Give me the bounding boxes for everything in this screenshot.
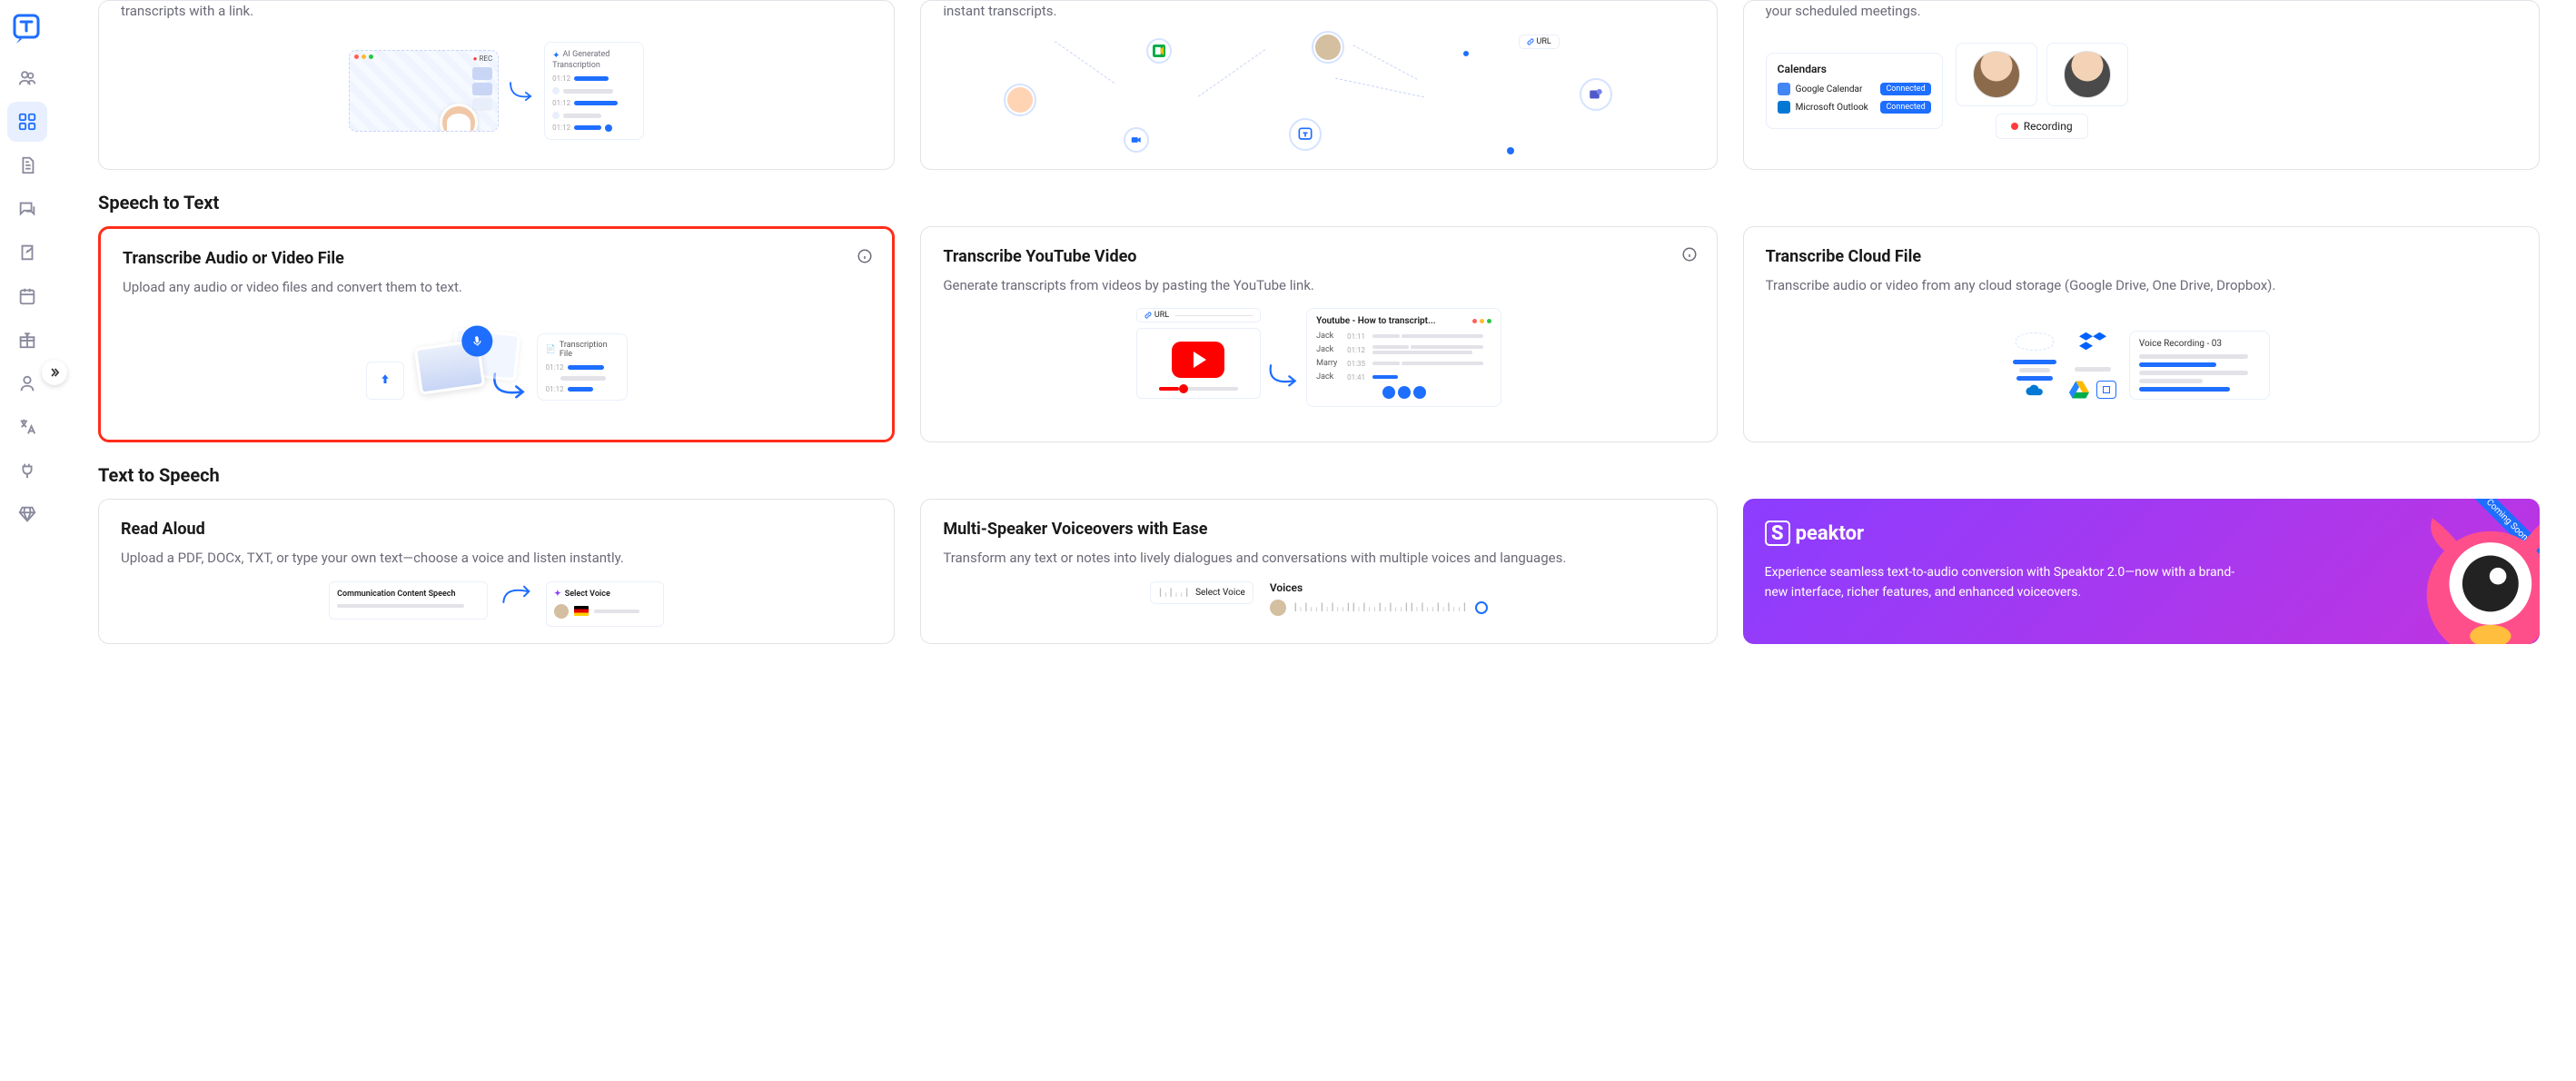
nav-premium-icon[interactable]	[7, 494, 47, 534]
illustration: Communication Content Speech ✦Select Voi…	[121, 581, 872, 627]
ai-subtitle: Transcription	[552, 61, 636, 70]
calendar-google: Google Calendar	[1796, 84, 1863, 94]
card-transcribe-file[interactable]: Transcribe Audio or Video File Upload an…	[98, 226, 895, 443]
rec-label: REC	[479, 55, 492, 63]
url-label: URL	[1537, 37, 1551, 46]
nav-calendar-icon[interactable]	[7, 276, 47, 316]
card-transcribe-cloud[interactable]: Transcribe Cloud File Transcribe audio o…	[1743, 226, 2540, 443]
select-voice-label: Select Voice	[1195, 588, 1245, 598]
arrow-icon	[508, 77, 535, 104]
file-label: Voice Recording - 03	[2139, 339, 2260, 349]
promo-text: Experience seamless text-to-audio conver…	[1765, 562, 2254, 603]
illustration: URL Youtube - How to transcript... Jack0…	[943, 308, 1694, 421]
connected-badge: Connected	[1880, 83, 1930, 95]
card-title: Transcribe YouTube Video	[943, 247, 1694, 266]
card-title: Read Aloud	[121, 520, 872, 539]
flag-germany-icon	[574, 606, 589, 616]
card-desc: Transform any text or notes into lively …	[943, 548, 1694, 569]
sidebar	[0, 0, 54, 1081]
illustration: 📄Transcription File 01:12 01:12	[123, 310, 870, 423]
nav-dashboard-icon[interactable]	[7, 102, 47, 142]
recording-label: Recording	[2024, 120, 2073, 133]
speech-label: Communication Content Speech	[337, 590, 480, 599]
card-title: Transcribe Audio or Video File	[123, 249, 870, 268]
card-title: Multi-Speaker Voiceovers with Ease	[943, 520, 1694, 539]
illustration: Voice Recording - 03	[1766, 308, 2517, 421]
gdrive-icon	[2069, 381, 2089, 399]
info-icon[interactable]	[856, 247, 874, 265]
top-card-desc: instant transcripts.	[943, 1, 1694, 22]
nav-translate-icon[interactable]	[7, 407, 47, 447]
ai-title: AI Generated	[563, 50, 610, 59]
main-content: transcripts with a link. ● REC	[54, 0, 2576, 1081]
sidebar-expand-button[interactable]	[42, 360, 67, 385]
card-title: Transcribe Cloud File	[1766, 247, 2517, 266]
info-icon[interactable]	[1680, 245, 1699, 263]
nav-notes-icon[interactable]	[7, 233, 47, 273]
section-title-stt: Speech to Text	[98, 192, 2540, 213]
card-transcribe-youtube[interactable]: Transcribe YouTube Video Generate transc…	[920, 226, 1717, 443]
url-label: URL	[1154, 311, 1169, 320]
nav-team-icon[interactable]	[7, 58, 47, 98]
logo-icon[interactable]	[9, 11, 45, 47]
file-label: Transcription File	[560, 341, 619, 359]
onedrive-icon	[2025, 384, 2045, 397]
nav-chat-icon[interactable]	[7, 189, 47, 229]
mascot-icon	[2406, 511, 2540, 644]
dropbox-icon	[2079, 331, 2106, 354]
illustration: ┃╷┃╷╷┃Select Voice Voices ┃╷┃╷╷┃╷┃╷╷┃┃╷┃…	[943, 581, 1694, 616]
speaktor-logo: Speaktor	[1765, 521, 2518, 546]
youtube-play-icon	[1172, 342, 1224, 378]
calendar-outlook: Microsoft Outlook	[1796, 103, 1868, 113]
card-desc: Generate transcripts from videos by past…	[943, 275, 1694, 296]
top-card-calendar-meetings[interactable]: your scheduled meetings. Calendars Googl…	[1743, 0, 2540, 170]
card-desc: Transcribe audio or video from any cloud…	[1766, 275, 2517, 296]
section-title-tts: Text to Speech	[98, 464, 2540, 486]
yt-title: Youtube - How to transcript...	[1316, 316, 1435, 326]
card-read-aloud[interactable]: Read Aloud Upload a PDF, DOCx, TXT, or t…	[98, 499, 895, 644]
calendars-title: Calendars	[1778, 63, 1931, 75]
card-speaktor-promo[interactable]: Coming Soon Speaktor Experience seamless…	[1743, 499, 2540, 644]
connected-badge: Connected	[1880, 101, 1930, 114]
card-desc: Upload any audio or video files and conv…	[123, 277, 870, 298]
nav-gift-icon[interactable]	[7, 320, 47, 360]
nav-integrations-icon[interactable]	[7, 451, 47, 491]
arrow-icon	[499, 581, 535, 609]
top-card-instant-transcripts[interactable]: instant transcripts. URL	[920, 0, 1717, 170]
arrow-icon	[1266, 353, 1301, 397]
card-desc: Upload a PDF, DOCx, TXT, or type your ow…	[121, 548, 872, 569]
top-card-share-transcripts[interactable]: transcripts with a link. ● REC	[98, 0, 895, 170]
top-card-desc: transcripts with a link.	[121, 1, 872, 22]
nav-documents-icon[interactable]	[7, 145, 47, 185]
illustration: URL	[943, 35, 1694, 153]
illustration: Calendars Google Calendar Connected Micr…	[1766, 35, 2517, 148]
card-multi-speaker[interactable]: Multi-Speaker Voiceovers with Ease Trans…	[920, 499, 1717, 644]
illustration: ● REC ✦AI Generated	[121, 35, 872, 148]
voices-label: Voices	[1270, 581, 1488, 594]
voice-label: Select Voice	[565, 590, 610, 599]
top-card-desc: your scheduled meetings.	[1766, 1, 2517, 22]
